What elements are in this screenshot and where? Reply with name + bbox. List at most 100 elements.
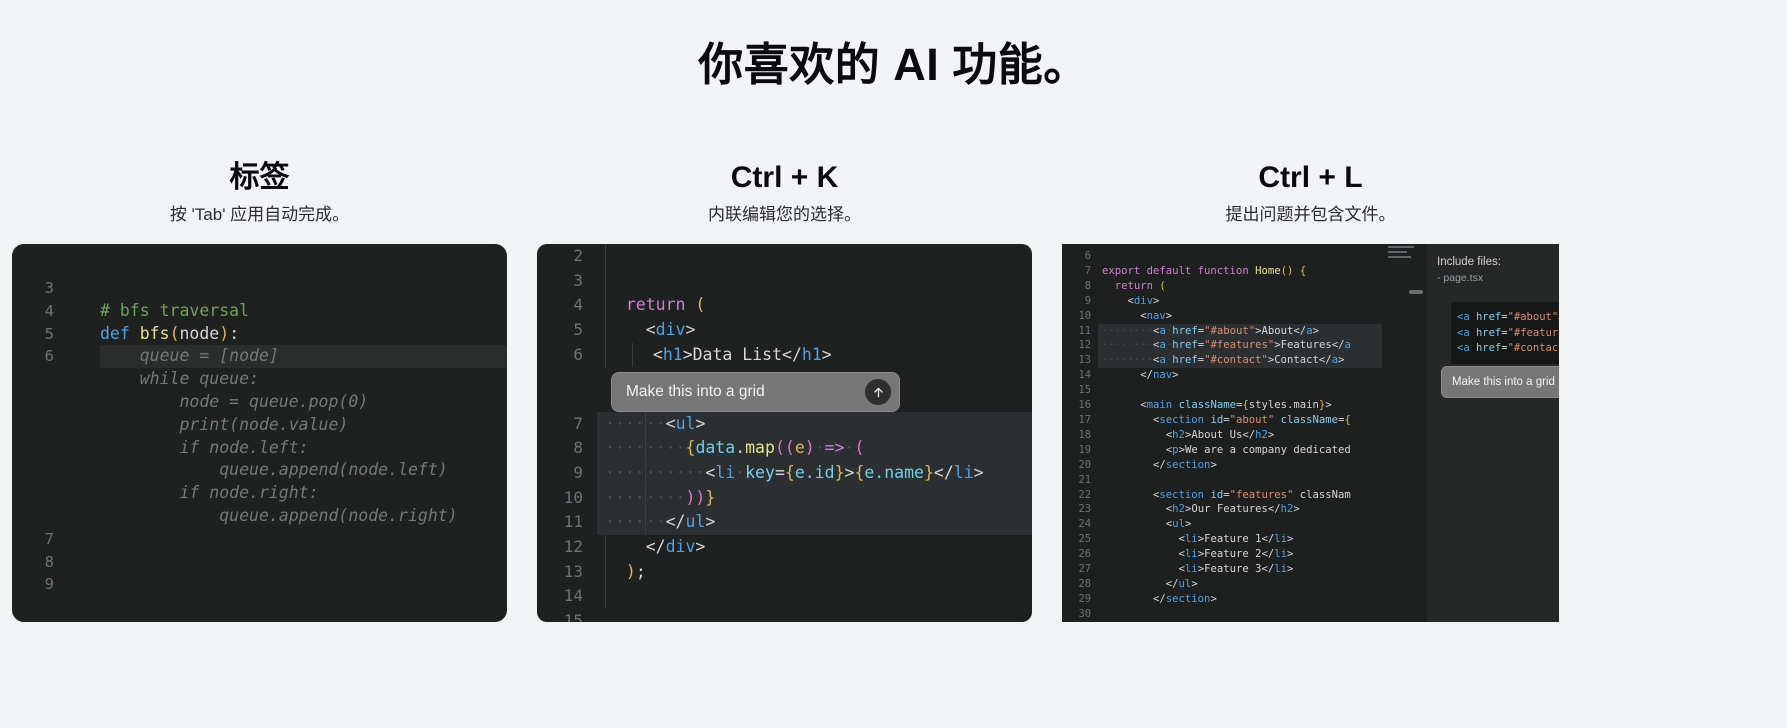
code-line: 2	[537, 244, 1032, 269]
line-content: return (	[597, 293, 1032, 318]
line-content: <li>Feature 3</li>	[1102, 563, 1294, 576]
arrow-up-icon[interactable]	[865, 379, 891, 405]
code-snippet-preview: <a href="#about"> <a href="#feature <a h…	[1451, 302, 1559, 364]
line-content: <li>Feature 1</li>	[1102, 533, 1294, 546]
line-number: 7	[1084, 264, 1091, 277]
line-number: 28	[1078, 577, 1091, 590]
code-line: 23 <h2>Our Features</h2>	[1062, 502, 1382, 517]
line-content: ········<a·href="#features">Features</a	[1102, 339, 1351, 352]
editor-pane[interactable]: 6 7 export default function Home() { 8 re…	[1062, 244, 1382, 622]
inline-edit-prompt[interactable]: Make this into a grid	[611, 372, 900, 412]
line-content: ········<a·href="#contact">Contact</a>	[1102, 354, 1345, 367]
line-number: 3	[573, 270, 583, 290]
line-content: def bfs(node):	[100, 323, 240, 343]
code-line: 5 def bfs(node):	[12, 323, 507, 346]
line-content: return (	[1102, 279, 1166, 292]
line-content: while queue:	[100, 369, 259, 389]
column-title-ctrl-l: Ctrl + L	[1258, 161, 1363, 194]
page-root: 你喜欢的 AI 功能。 标签 按 'Tab' 应用自动完成。 3 4 # bfs…	[0, 0, 1787, 728]
line-content: </nav>	[1102, 369, 1179, 382]
code-line: 28 </ul>	[1062, 577, 1382, 592]
line-number: 14	[563, 586, 583, 606]
line-content: <main className={styles.main}>	[1102, 399, 1332, 412]
page-title: 你喜欢的 AI 功能。	[698, 39, 1089, 90]
scrollbar-thumb[interactable]	[1409, 290, 1423, 294]
code-line: 6 queue = [node]	[12, 345, 507, 369]
code-editor-tab[interactable]: 3 4 # bfs traversal 5 def bfs(node): 6 q…	[12, 244, 507, 622]
code-line: 14 </nav>	[1062, 368, 1382, 383]
line-content: </ul>	[1102, 577, 1198, 590]
line-number: 14	[1078, 369, 1091, 382]
snippet-line: <a href="#about">	[1457, 311, 1559, 323]
code-line: 15	[1062, 383, 1382, 398]
line-content: # bfs traversal	[100, 300, 250, 320]
code-line: 22 <section id="features" classNam	[1062, 488, 1382, 503]
feature-columns: 标签 按 'Tab' 应用自动完成。 3 4 # bfs traversal 5…	[0, 160, 1787, 622]
code-line: 6	[1062, 249, 1382, 264]
chat-side-panel: Include files: - page.tsx <a href="#abou…	[1427, 244, 1559, 622]
column-subtitle-tab: 按 'Tab' 应用自动完成。	[169, 205, 350, 224]
line-content: <h2>About Us</h2>	[1102, 428, 1275, 441]
code-line-ghost: if node.right:	[12, 482, 507, 505]
editor-minimap[interactable]	[1382, 244, 1427, 622]
code-line: 17 <section id="about" className={	[1062, 413, 1382, 428]
line-content: <div>	[597, 318, 1032, 343]
feature-column-tab: 标签 按 'Tab' 应用自动完成。 3 4 # bfs traversal 5…	[12, 160, 507, 622]
code-line: 14	[537, 584, 1032, 609]
line-content: </div>	[597, 535, 1032, 560]
code-line: 18 <h2>About Us</h2>	[1062, 428, 1382, 443]
line-content: if node.left:	[100, 437, 309, 457]
line-content: node = queue.pop(0)	[100, 391, 369, 411]
line-number: 27	[1078, 563, 1091, 576]
feature-column-ctrl-l: Ctrl + L 提出问题并包含文件。 6 7 export default fu…	[1062, 160, 1559, 622]
line-content: <section id="about" className={	[1102, 413, 1351, 426]
code-line: 5 <div>	[537, 318, 1032, 343]
line-number: 10	[537, 485, 597, 511]
line-number: 23	[1078, 503, 1091, 516]
feature-column-ctrl-k: Ctrl + K 内联编辑您的选择。 2 3 4 return (5 <div…	[537, 160, 1032, 622]
code-line: 13 ········<a·href="#contact">Contact</a>	[1062, 353, 1382, 369]
line-content	[597, 268, 1032, 294]
code-line: 3	[537, 268, 1032, 294]
line-number: 2	[573, 246, 583, 265]
line-content: ········<a·href="#about">About</a>	[1102, 324, 1319, 337]
code-line: 6 <h1>Data List</h1>	[537, 342, 1032, 368]
line-number: 6	[573, 344, 583, 364]
code-line: 10 ········))}	[537, 485, 1032, 511]
line-number: 22	[1078, 488, 1091, 501]
line-number: 6	[44, 347, 54, 366]
line-number: 11	[537, 510, 597, 536]
line-number: 16	[1078, 399, 1091, 412]
line-number: 9	[537, 460, 597, 486]
code-line: 24 <ul>	[1062, 517, 1382, 532]
code-editor-ctrl-k[interactable]: 2 3 4 return ( 5 <div> 6 <h1>Data List</…	[537, 244, 1032, 622]
code-line: 8 return (	[1062, 279, 1382, 294]
column-title-ctrl-k: Ctrl + K	[730, 161, 839, 194]
included-file-item[interactable]: - page.tsx	[1437, 272, 1559, 284]
code-line: 7	[12, 528, 507, 551]
line-number: 7	[44, 529, 54, 548]
code-line: 10 <nav>	[1062, 309, 1382, 324]
code-line-ghost: queue.append(node.right)	[12, 505, 507, 528]
snippet-line: <a href="#contact	[1457, 342, 1559, 354]
code-line: 9 <div>	[1062, 294, 1382, 309]
code-line-ghost: print(node.value)	[12, 414, 507, 437]
line-content: print(node.value)	[100, 414, 349, 434]
chat-prompt[interactable]: Make this into a grid	[1441, 366, 1559, 398]
line-content: <div>	[1102, 294, 1160, 307]
line-number: 25	[1078, 533, 1091, 546]
line-content: queue = [node]	[64, 345, 507, 369]
line-content: ········{data.map((e)·=>·(	[597, 436, 1032, 461]
inline-edit-prompt-text[interactable]: Make this into a grid	[626, 380, 765, 405]
code-line: 29 </section>	[1062, 592, 1382, 607]
line-number: 8	[537, 436, 597, 461]
line-content: <nav>	[1102, 309, 1173, 322]
code-line: 30	[1062, 607, 1382, 622]
code-line: 11 ········<a·href="#about">About</a>	[1062, 323, 1382, 339]
code-editor-ctrl-l[interactable]: 6 7 export default function Home() { 8 re…	[1062, 244, 1559, 622]
chat-prompt-text[interactable]: Make this into a grid	[1452, 376, 1555, 388]
code-line-ghost: queue.append(node.left)	[12, 459, 507, 482]
code-line: 8	[12, 551, 507, 574]
code-line: 9 ··········<li·key={e.id}>{e.name}</li>	[537, 460, 1032, 486]
code-line: 20 </section>	[1062, 458, 1382, 473]
